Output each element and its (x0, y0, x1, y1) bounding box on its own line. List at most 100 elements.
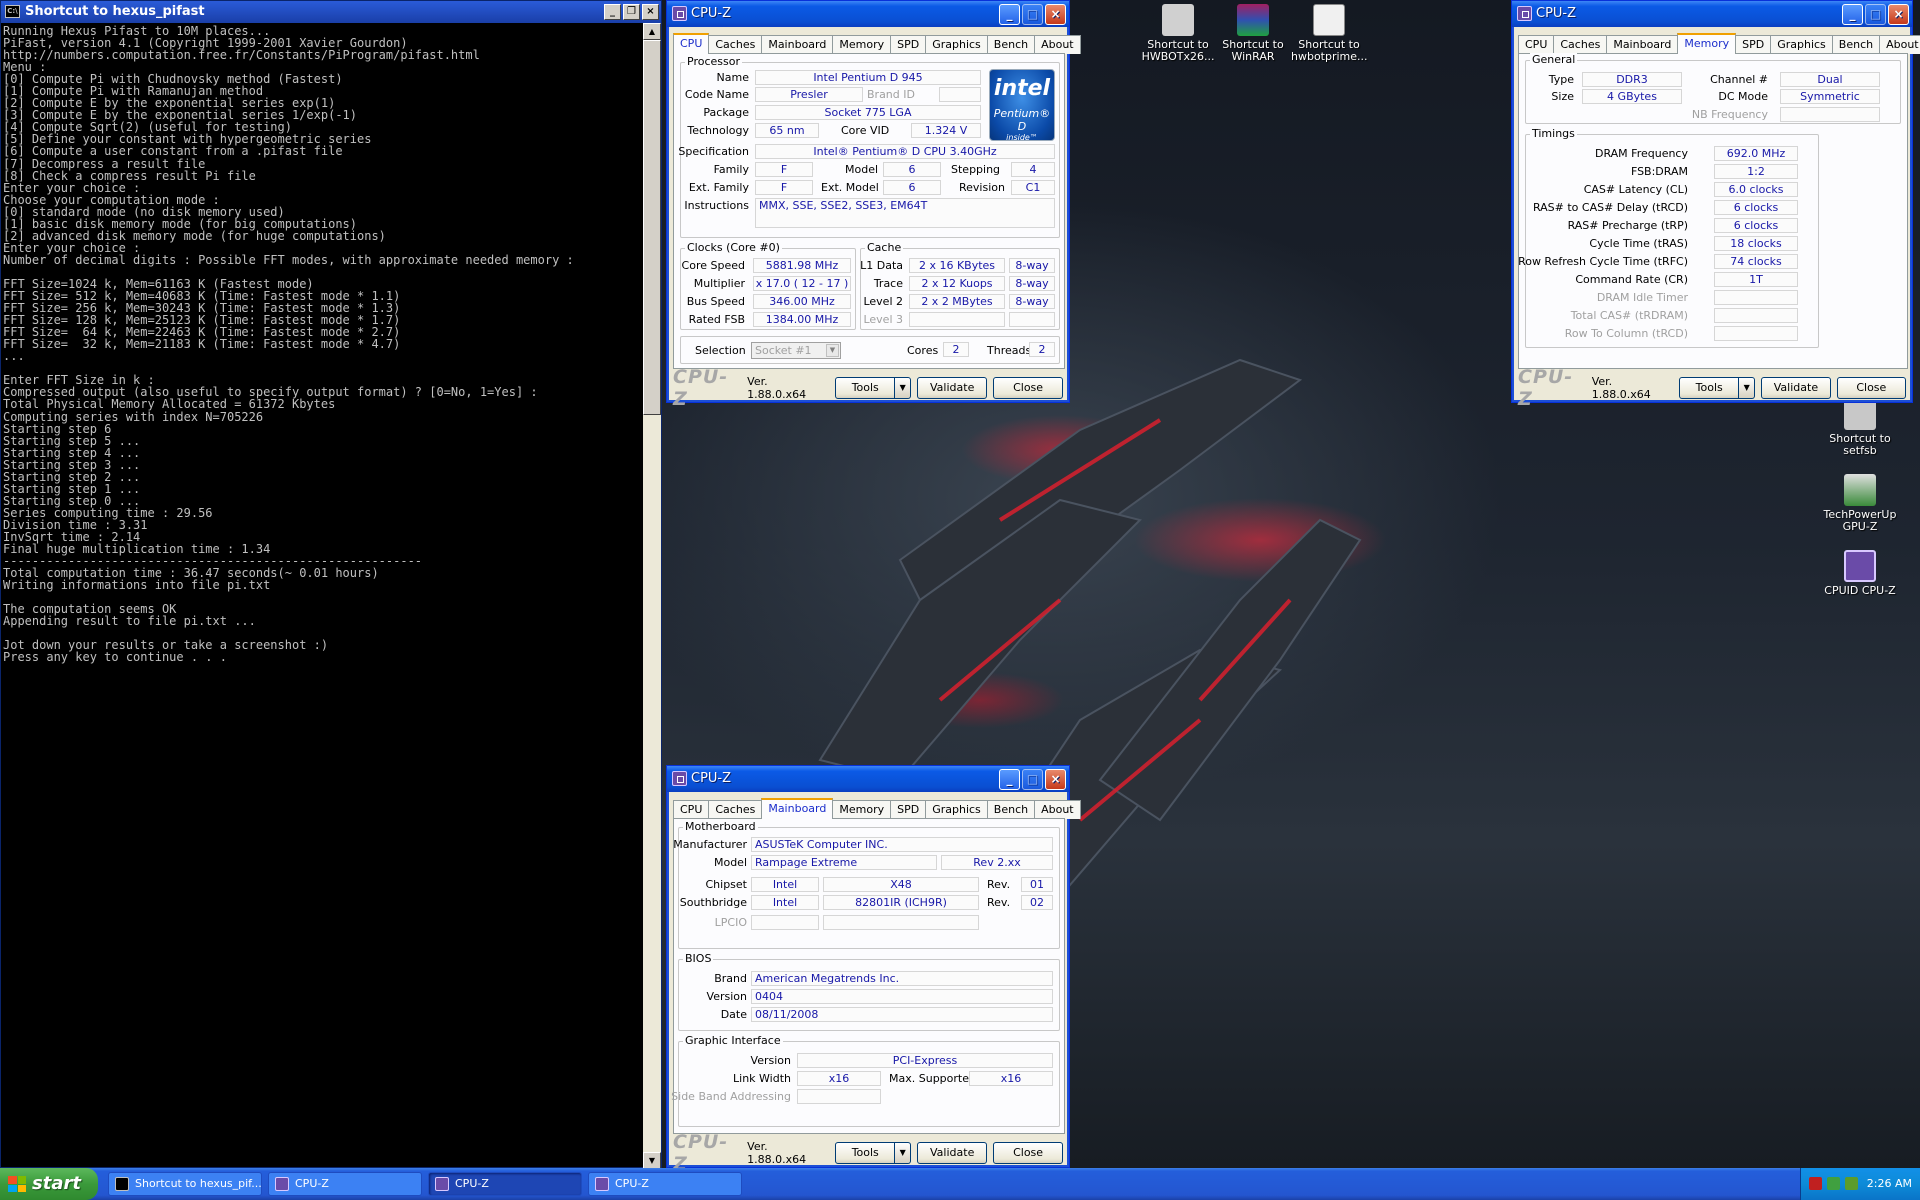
window-titlebar[interactable]: CPU-Z _ □ × (1512, 1, 1912, 27)
taskbar-item-cpuz-1[interactable]: CPU-Z (268, 1172, 422, 1196)
minimize-button[interactable]: _ (604, 4, 621, 20)
name-value: Intel Pentium D 945 (755, 70, 981, 85)
console-line: Starting step 6 (3, 421, 112, 436)
tab-spd[interactable]: SPD (890, 35, 927, 54)
package-value: Socket 775 LGA (755, 105, 981, 120)
desktop-icon-gpuz[interactable]: TechPowerUp GPU-Z (1822, 474, 1898, 533)
maximize-button[interactable]: ❐ (623, 4, 640, 20)
cpuz-icon (1844, 550, 1876, 582)
close-button[interactable]: × (1045, 769, 1066, 790)
console-line: Choose your computation mode : (3, 192, 220, 207)
tab-cpu[interactable]: CPU (673, 800, 710, 819)
console-output[interactable]: Running Hexus Pifast to 10M places... PiF… (3, 25, 641, 1167)
level2-ways: 8-way (1009, 294, 1055, 309)
close-button[interactable]: × (1045, 4, 1066, 25)
cpuz-logo: CPU-Z (1518, 366, 1574, 410)
tab-mainboard[interactable]: Mainboard (761, 35, 834, 54)
minimize-button[interactable]: _ (999, 4, 1020, 25)
close-window-button[interactable]: Close (1836, 377, 1907, 399)
tab-caches[interactable]: Caches (708, 800, 763, 819)
network-icon[interactable] (1827, 1177, 1840, 1190)
southbridge-vendor-value: Intel (751, 895, 819, 910)
tab-bench[interactable]: Bench (986, 800, 1036, 819)
tab-about[interactable]: About (1879, 35, 1920, 54)
tab-about[interactable]: About (1034, 35, 1081, 54)
security-shield-icon[interactable] (1809, 1177, 1822, 1190)
desktop-icon-winrar[interactable]: Shortcut to WinRAR (1215, 4, 1291, 63)
family-value: F (755, 162, 813, 177)
tab-mainboard[interactable]: Mainboard (1606, 35, 1679, 54)
console-titlebar[interactable]: C:\ Shortcut to hexus_pifast _ ❐ × (1, 1, 661, 23)
tab-memory[interactable]: Memory (832, 800, 892, 819)
tab-graphics[interactable]: Graphics (1770, 35, 1833, 54)
chevron-down-icon[interactable]: ▼ (826, 344, 839, 357)
gpuz-icon (1844, 474, 1876, 506)
tab-graphics[interactable]: Graphics (925, 35, 988, 54)
validate-button[interactable]: Validate (917, 1142, 988, 1164)
close-button[interactable]: × (642, 4, 659, 20)
validate-button[interactable]: Validate (1761, 377, 1831, 399)
tab-spd[interactable]: SPD (890, 800, 927, 819)
tab-bar: CPU Caches Mainboard Memory SPD Graphics… (1518, 33, 1920, 54)
tab-caches[interactable]: Caches (1553, 35, 1608, 54)
console-scrollbar[interactable]: ▲ ▼ (643, 23, 661, 1169)
start-button[interactable]: start (0, 1168, 98, 1200)
desktop-icon-hwbotprime[interactable]: Shortcut to hwbotprime... (1291, 4, 1368, 63)
gpu-tool-icon[interactable] (1845, 1177, 1858, 1190)
window-titlebar[interactable]: CPU-Z _ □ × (667, 766, 1069, 792)
tab-cpu[interactable]: CPU (673, 33, 710, 54)
tab-spd[interactable]: SPD (1735, 35, 1772, 54)
stepping-value: 4 (1011, 162, 1055, 177)
console-line: Appending result to file pi.txt ... (3, 614, 256, 629)
bios-version-value: 0404 (751, 989, 1053, 1004)
group-label: Motherboard (683, 820, 758, 833)
window-title: CPU-Z (1536, 6, 1577, 21)
cpu-tab-pane: Processor Name Intel Pentium D 945 Code … (673, 53, 1065, 369)
tools-button[interactable]: Tools (835, 377, 896, 399)
tab-bench[interactable]: Bench (1831, 35, 1881, 54)
minimize-button[interactable]: _ (1842, 4, 1863, 25)
tools-button[interactable]: Tools (1679, 377, 1740, 399)
console-window[interactable]: C:\ Shortcut to hexus_pifast _ ❐ × Runni… (0, 0, 662, 1169)
tab-about[interactable]: About (1034, 800, 1081, 819)
desktop-icon-cpuz[interactable]: CPUID CPU-Z (1822, 550, 1898, 597)
taskbar-item-console[interactable]: Shortcut to hexus_pif... (108, 1172, 262, 1196)
tab-caches[interactable]: Caches (708, 35, 763, 54)
tab-graphics[interactable]: Graphics (925, 800, 988, 819)
ext-model-label: Ext. Model (821, 181, 879, 194)
gi-version-value: PCI-Express (797, 1053, 1053, 1068)
chevron-down-icon[interactable]: ▼ (895, 1142, 912, 1164)
chipset-rev-value: 01 (1021, 877, 1053, 892)
tab-memory[interactable]: Memory (1677, 33, 1737, 54)
trcd-value: 6 clocks (1714, 200, 1798, 215)
cpuz-window-cpu[interactable]: CPU-Z _ □ × CPU Caches Mainboard Memory … (666, 0, 1081, 410)
cpuz-window-memory[interactable]: CPU-Z _ □ × CPU Caches Mainboard Memory … (1511, 0, 1920, 410)
cpuz-window-mainboard[interactable]: CPU-Z _ □ × CPU Caches Mainboard Memory … (666, 765, 1081, 1175)
chevron-down-icon[interactable]: ▼ (1739, 377, 1756, 399)
scroll-thumb[interactable] (643, 40, 661, 415)
socket-select[interactable]: Socket #1 ▼ (751, 342, 841, 359)
taskbar-item-cpuz-3[interactable]: CPU-Z (588, 1172, 742, 1196)
taskbar-item-cpuz-2[interactable]: CPU-Z (428, 1172, 582, 1196)
desktop-icon-hwbotx265[interactable]: Shortcut to HWBOTx26... (1140, 4, 1216, 63)
scroll-down-arrow-icon[interactable]: ▼ (643, 1152, 661, 1169)
tab-mainboard[interactable]: Mainboard (761, 798, 834, 819)
validate-button[interactable]: Validate (917, 377, 988, 399)
close-button[interactable]: × (1888, 4, 1909, 25)
minimize-button[interactable]: _ (999, 769, 1020, 790)
chevron-down-icon[interactable]: ▼ (895, 377, 912, 399)
scroll-up-arrow-icon[interactable]: ▲ (643, 23, 661, 40)
close-window-button[interactable]: Close (993, 377, 1063, 399)
desktop-icon-setfsb[interactable]: Shortcut to setfsb (1822, 398, 1898, 457)
tools-split-button: Tools ▼ (835, 377, 917, 399)
tab-bench[interactable]: Bench (986, 35, 1036, 54)
console-icon: C:\ (5, 5, 20, 18)
tab-cpu[interactable]: CPU (1518, 35, 1555, 54)
tools-button[interactable]: Tools (835, 1142, 896, 1164)
tab-memory[interactable]: Memory (832, 35, 892, 54)
close-window-button[interactable]: Close (993, 1142, 1063, 1164)
window-titlebar[interactable]: CPU-Z _ □ × (667, 1, 1069, 27)
size-value: 4 GBytes (1582, 89, 1682, 104)
dc-mode-value: Symmetric (1780, 89, 1880, 104)
ext-model-value: 6 (883, 180, 941, 195)
